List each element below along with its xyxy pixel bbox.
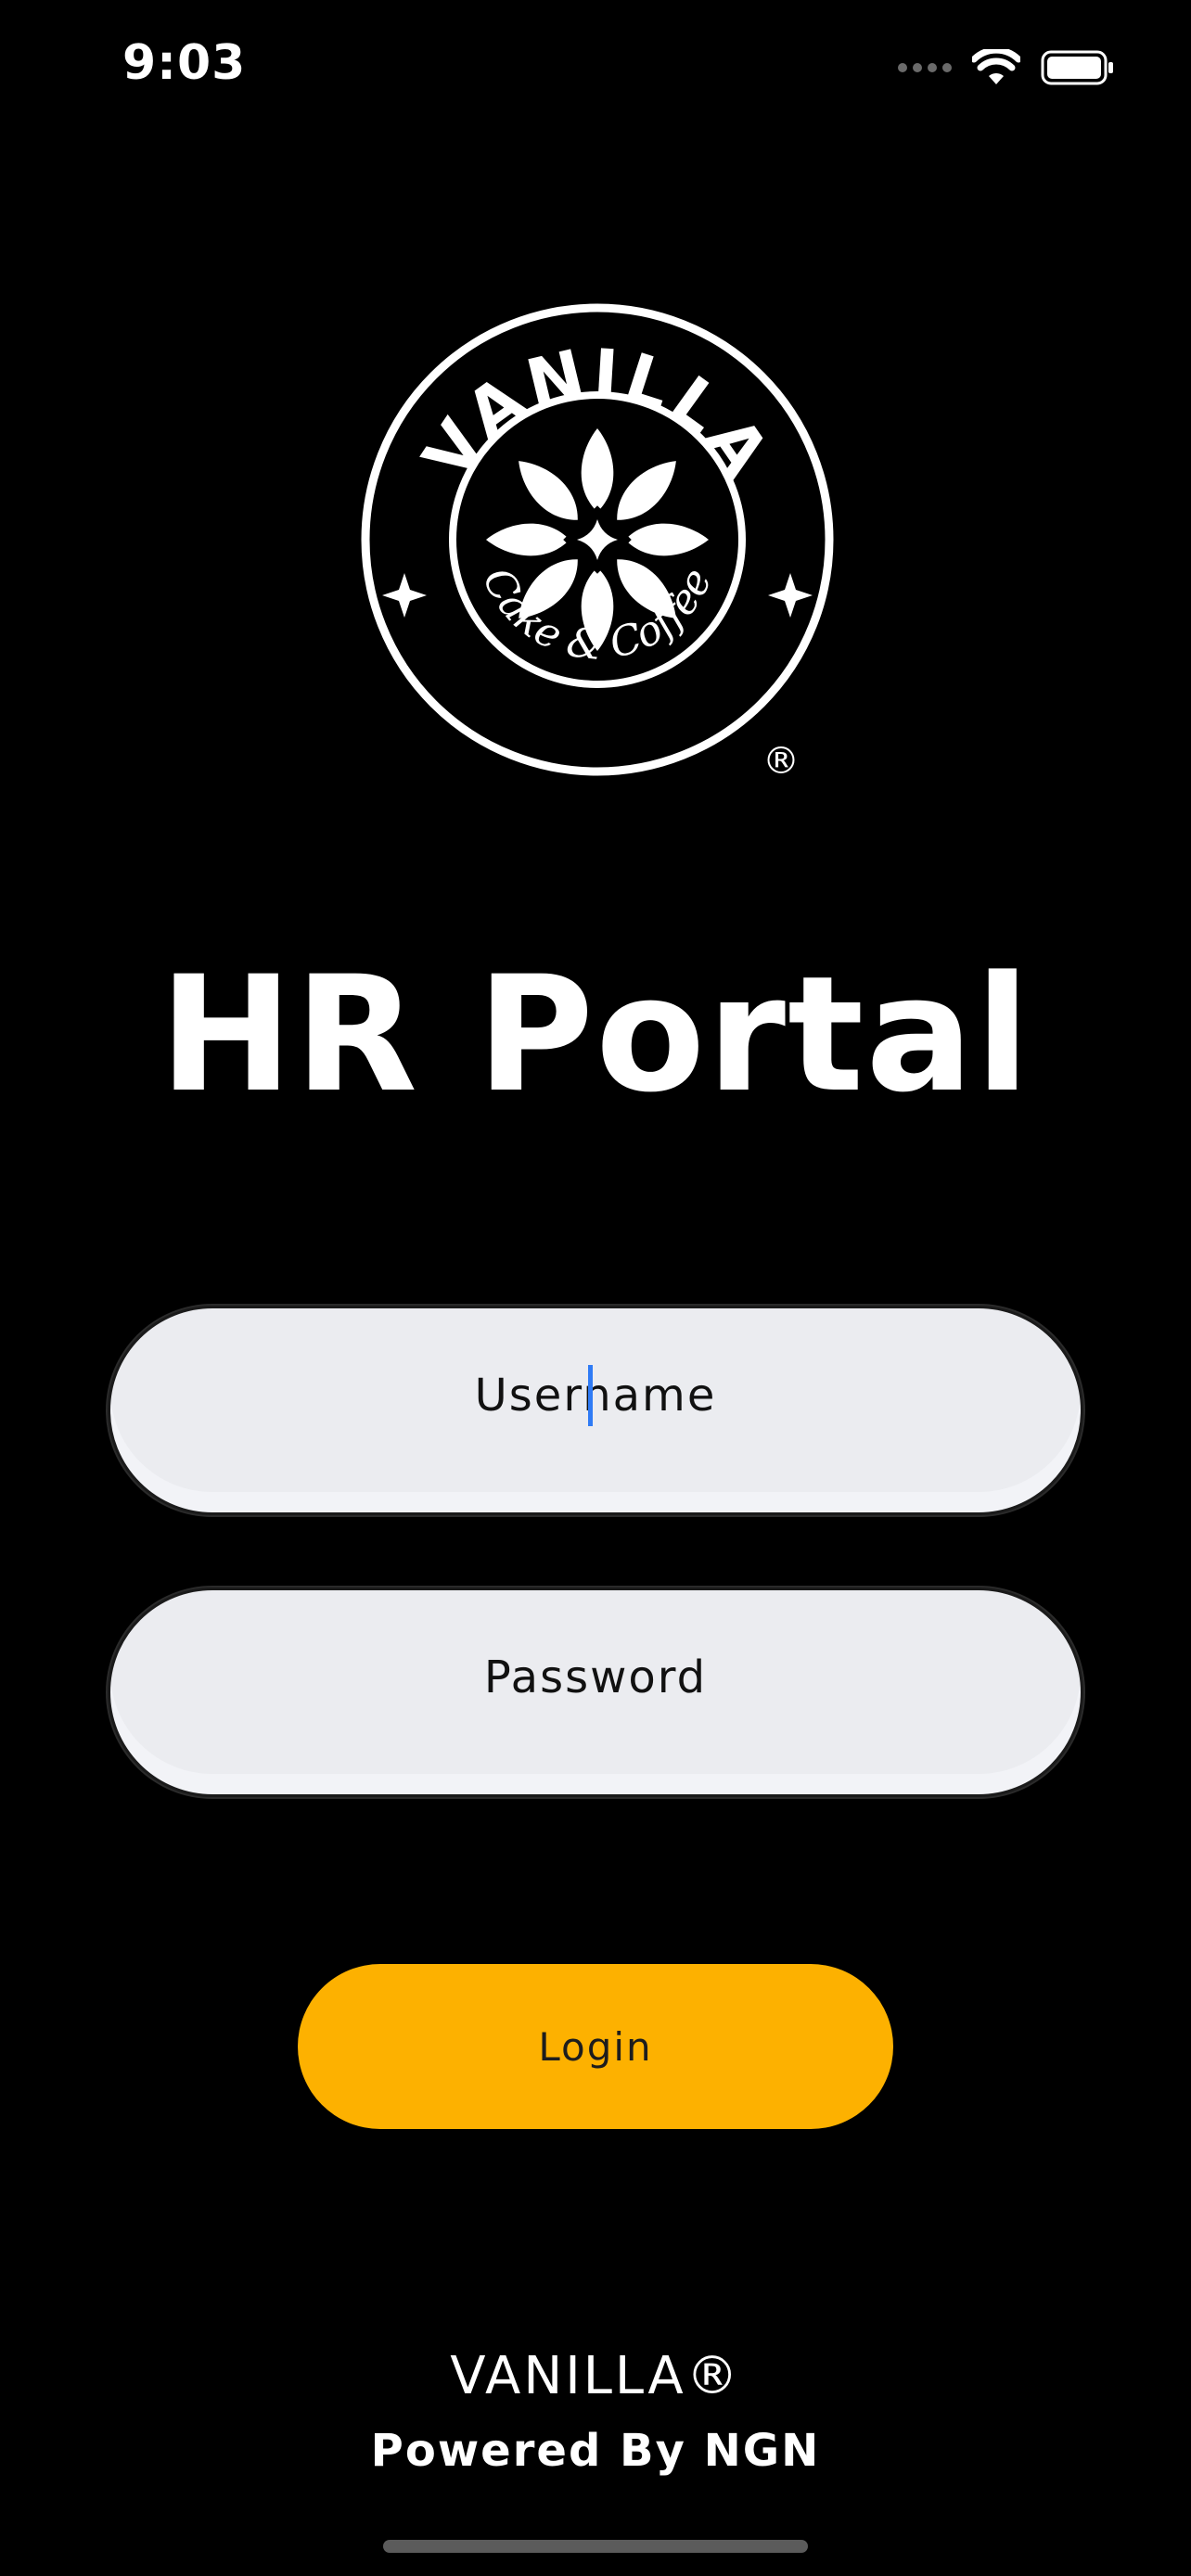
footer-powered-by: Powered By NGN [370, 2425, 821, 2477]
login-button[interactable]: Login [298, 1964, 893, 2129]
username-field[interactable]: Username [108, 1306, 1083, 1515]
status-icons [898, 46, 1115, 89]
home-indicator[interactable] [383, 2540, 808, 2553]
footer-brand: VANILLA® [450, 2346, 741, 2406]
wifi-icon [972, 49, 1020, 84]
text-caret [588, 1365, 593, 1426]
username-placeholder: Username [474, 1370, 717, 1422]
battery-icon [1041, 50, 1113, 85]
vanilla-logo: VANILLA Cake & Coffee ® [361, 303, 834, 783]
password-field[interactable]: Password [108, 1588, 1083, 1797]
signal-dots-icon [898, 63, 952, 72]
status-bar: 9:03 [0, 0, 1191, 139]
password-placeholder: Password [483, 1651, 708, 1703]
logo-registered-mark: ® [762, 740, 800, 783]
status-time: 9:03 [122, 35, 247, 91]
page-title: HR Portal [159, 941, 1032, 1128]
